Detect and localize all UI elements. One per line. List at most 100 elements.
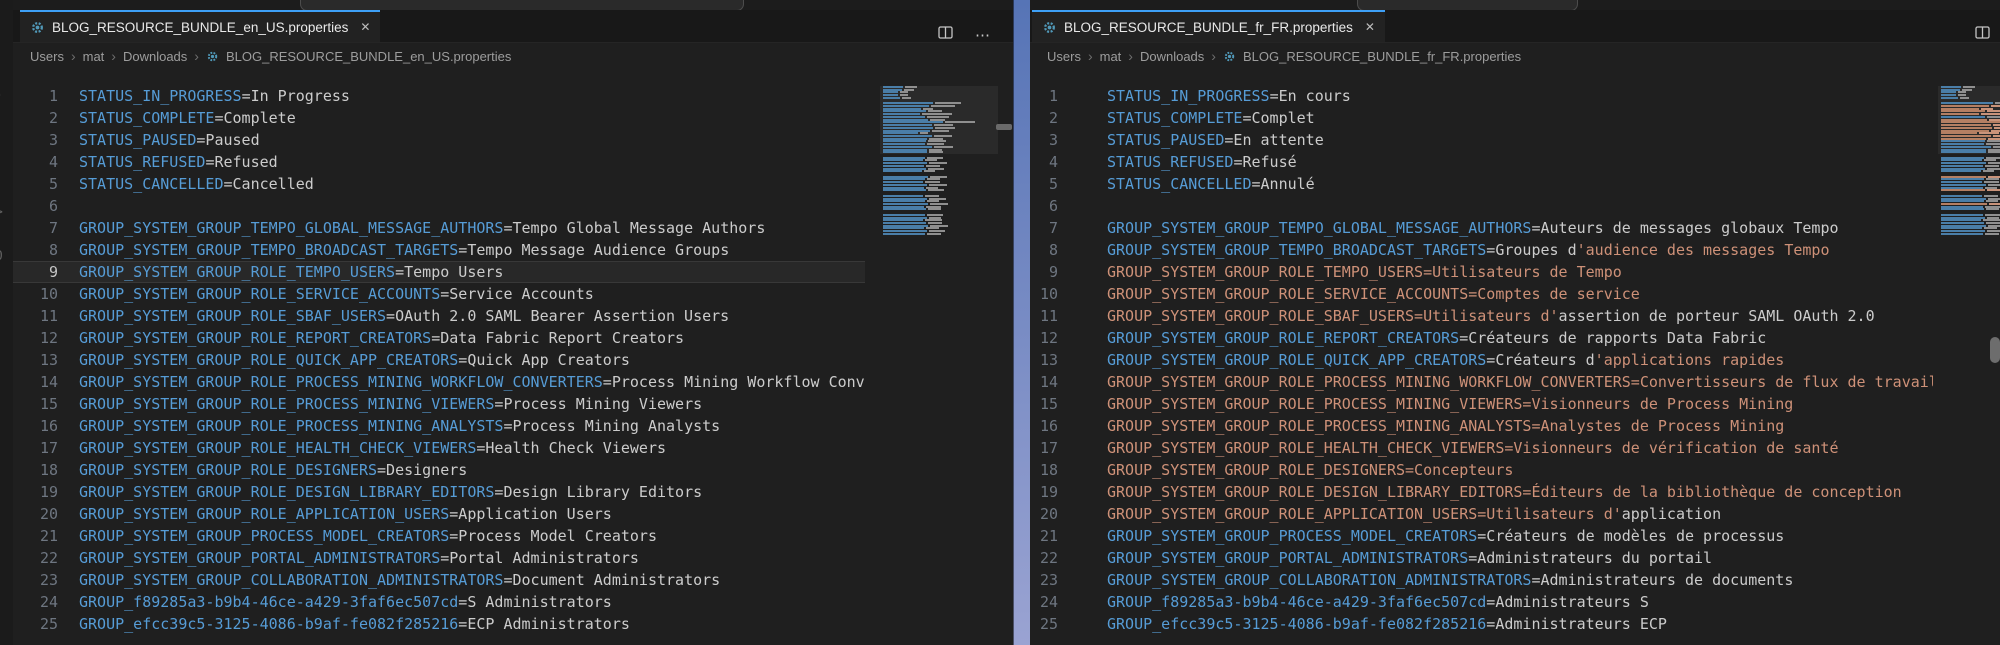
breadcrumb[interactable]: Users › mat › Downloads › BLOG_RESOURCE_… <box>13 42 1013 70</box>
minimap-line <box>1941 151 2000 154</box>
code-line[interactable]: 18 GROUP_SYSTEM_GROUP_ROLE_DESIGNERS=Desi… <box>13 459 865 481</box>
minimap-line <box>1941 107 1993 110</box>
code-line[interactable]: 21 GROUP_SYSTEM_GROUP_PROCESS_MODEL_CREAT… <box>1030 525 1933 547</box>
editor-fr-fr[interactable]: 1 STATUS_IN_PROGRESS=En cours 2 STATUS_COMP… <box>1030 70 2000 645</box>
code-line[interactable]: 21 GROUP_SYSTEM_GROUP_PROCESS_MODEL_CREAT… <box>13 525 865 547</box>
breadcrumb-item[interactable]: Users <box>1047 49 1081 64</box>
code-line[interactable]: 13 GROUP_SYSTEM_GROUP_ROLE_QUICK_APP_CREA… <box>13 349 865 371</box>
code-line[interactable]: 9 GROUP_SYSTEM_GROUP_ROLE_TEMPO_USERS=Uti… <box>1030 261 1933 283</box>
code-line[interactable]: 6 <box>1030 195 1933 217</box>
code-line[interactable]: 8 GROUP_SYSTEM_GROUP_TEMPO_BROADCAST_TARG… <box>13 239 865 261</box>
code-line[interactable]: 12 GROUP_SYSTEM_GROUP_ROLE_REPORT_CREATOR… <box>13 327 865 349</box>
code-line[interactable]: 22 GROUP_SYSTEM_GROUP_PORTAL_ADMINISTRATO… <box>13 547 865 569</box>
code-line[interactable]: 4 STATUS_REFUSED=Refusé <box>1030 151 1933 173</box>
code-line[interactable]: 15 GROUP_SYSTEM_GROUP_ROLE_PROCESS_MINING… <box>13 393 865 415</box>
line-number: 23 <box>39 571 58 589</box>
breadcrumb-item[interactable]: Downloads <box>1140 49 1204 64</box>
code-line[interactable]: 15 GROUP_SYSTEM_GROUP_ROLE_PROCESS_MINING… <box>1030 393 1933 415</box>
code-line[interactable]: 10 GROUP_SYSTEM_GROUP_ROLE_SERVICE_ACCOUN… <box>1030 283 1933 305</box>
scrollbar-thumb[interactable] <box>996 124 1012 130</box>
code-area[interactable]: 1 STATUS_IN_PROGRESS=En cours 2 STATUS_COMP… <box>1030 85 1933 645</box>
code-line[interactable]: 3 STATUS_PAUSED=Paused <box>13 129 865 151</box>
breadcrumb-file[interactable]: BLOG_RESOURCE_BUNDLE_fr_FR.properties <box>1243 49 1521 64</box>
close-tab-icon[interactable]: ✕ <box>1365 20 1375 34</box>
code-line[interactable]: 3 STATUS_PAUSED=En attente <box>1030 129 1933 151</box>
code-line[interactable]: 4 STATUS_REFUSED=Refused <box>13 151 865 173</box>
line-number: 10 <box>1039 285 1058 303</box>
minimap-line <box>1941 219 2000 222</box>
breadcrumb-item[interactable]: mat <box>1100 49 1122 64</box>
code-line[interactable]: 8 GROUP_SYSTEM_GROUP_TEMPO_BROADCAST_TARG… <box>1030 239 1933 261</box>
code-line[interactable]: 16 GROUP_SYSTEM_GROUP_ROLE_PROCESS_MINING… <box>13 415 865 437</box>
code-line[interactable]: 1 STATUS_IN_PROGRESS=En cours <box>1030 85 1933 107</box>
code-line[interactable]: 2 STATUS_COMPLETE=Complete <box>13 107 865 129</box>
code-line[interactable]: 19 GROUP_SYSTEM_GROUP_ROLE_DESIGN_LIBRARY… <box>1030 481 1933 503</box>
line-number: 18 <box>39 461 58 479</box>
background-glyph-fragment: 0 <box>0 249 3 264</box>
code-line[interactable]: 12 GROUP_SYSTEM_GROUP_ROLE_REPORT_CREATOR… <box>1030 327 1933 349</box>
code-line[interactable]: 6 <box>13 195 865 217</box>
line-number: 4 <box>1048 153 1058 171</box>
code-line[interactable]: 24 GROUP_f89285a3-b9b4-46ce-a429-3faf6ec5… <box>13 591 865 613</box>
line-number: 5 <box>48 175 58 193</box>
code-line[interactable]: 24 GROUP_f89285a3-b9b4-46ce-a429-3faf6ec5… <box>1030 591 1933 613</box>
line-number: 11 <box>39 307 58 325</box>
minimap-line <box>1941 162 2000 165</box>
line-number: 21 <box>1039 527 1058 545</box>
code-line[interactable]: 18 GROUP_SYSTEM_GROUP_ROLE_DESIGNERS=Conc… <box>1030 459 1933 481</box>
breadcrumb-item[interactable]: Downloads <box>123 49 187 64</box>
code-line[interactable]: 2 STATUS_COMPLETE=Complet <box>1030 107 1933 129</box>
tab-fr-fr-properties[interactable]: BLOG_RESOURCE_BUNDLE_fr_FR.properties ✕ <box>1032 10 1385 42</box>
tab-bar: BLOG_RESOURCE_BUNDLE_fr_FR.properties ✕ <box>1030 10 2000 43</box>
tab-en-us-properties[interactable]: BLOG_RESOURCE_BUNDLE_en_US.properties ✕ <box>20 10 381 42</box>
code-line[interactable]: 20 GROUP_SYSTEM_GROUP_ROLE_APPLICATION_US… <box>1030 503 1933 525</box>
code-line[interactable]: 7 GROUP_SYSTEM_GROUP_TEMPO_GLOBAL_MESSAGE… <box>13 217 865 239</box>
minimap[interactable] <box>880 72 998 645</box>
code-line[interactable]: 22 GROUP_SYSTEM_GROUP_PORTAL_ADMINISTRATO… <box>1030 547 1933 569</box>
minimap-line <box>1941 129 2000 132</box>
minimap-line <box>1941 105 2000 108</box>
minimap-line <box>883 159 937 162</box>
code-line[interactable]: 25 GROUP_efcc39c5-3125-4086-b9af-fe082f28… <box>1030 613 1933 635</box>
code-line[interactable]: 23 GROUP_SYSTEM_GROUP_COLLABORATION_ADMIN… <box>1030 569 1933 591</box>
code-line[interactable]: 9 GROUP_SYSTEM_GROUP_ROLE_TEMPO_USERS=Tem… <box>13 261 865 283</box>
code-line[interactable]: 20 GROUP_SYSTEM_GROUP_ROLE_APPLICATION_US… <box>13 503 865 525</box>
chevron-right-icon: › <box>1128 48 1133 64</box>
breadcrumb[interactable]: Users › mat › Downloads › BLOG_RESOURCE_… <box>1030 42 2000 70</box>
code-line[interactable]: 14 GROUP_SYSTEM_GROUP_ROLE_PROCESS_MINING… <box>1030 371 1933 393</box>
editor-en-us[interactable]: 1 STATUS_IN_PROGRESS=In Progress 2 STATUS_C… <box>13 70 1013 645</box>
code-line[interactable]: 1 STATUS_IN_PROGRESS=In Progress <box>13 85 865 107</box>
minimap-line <box>883 105 955 108</box>
code-line[interactable]: 19 GROUP_SYSTEM_GROUP_ROLE_DESIGN_LIBRARY… <box>13 481 865 503</box>
code-line[interactable]: 23 GROUP_SYSTEM_GROUP_COLLABORATION_ADMIN… <box>13 569 865 591</box>
code-line[interactable]: 25 GROUP_efcc39c5-3125-4086-b9af-fe082f28… <box>13 613 865 635</box>
close-tab-icon[interactable]: ✕ <box>360 20 370 34</box>
code-line[interactable]: 13 GROUP_SYSTEM_GROUP_ROLE_QUICK_APP_CREA… <box>1030 349 1933 371</box>
code-line[interactable]: 5 STATUS_CANCELLED=Annulé <box>1030 173 1933 195</box>
line-number: 20 <box>1039 505 1058 523</box>
code-line[interactable]: 11 GROUP_SYSTEM_GROUP_ROLE_SBAF_USERS=OAu… <box>13 305 865 327</box>
code-area[interactable]: 1 STATUS_IN_PROGRESS=In Progress 2 STATUS_C… <box>13 85 865 645</box>
code-line[interactable]: 14 GROUP_SYSTEM_GROUP_ROLE_PROCESS_MINING… <box>13 371 865 393</box>
code-line[interactable]: 17 GROUP_SYSTEM_GROUP_ROLE_HEALTH_CHECK_V… <box>1030 437 1933 459</box>
breadcrumb-file[interactable]: BLOG_RESOURCE_BUNDLE_en_US.properties <box>226 49 511 64</box>
code-line[interactable]: 11 GROUP_SYSTEM_GROUP_ROLE_SBAF_USERS=Uti… <box>1030 305 1933 327</box>
minimap-line <box>1941 115 2000 118</box>
breadcrumb-item[interactable]: Users <box>30 49 64 64</box>
scrollbar-thumb[interactable] <box>1990 337 2000 363</box>
properties-file-gear-icon <box>1042 20 1057 35</box>
code-line[interactable]: 17 GROUP_SYSTEM_GROUP_ROLE_HEALTH_CHECK_V… <box>13 437 865 459</box>
breadcrumb-item[interactable]: mat <box>83 49 105 64</box>
minimap-line <box>1941 118 2000 121</box>
minimap-line <box>883 145 953 148</box>
minimap-line <box>1941 145 2000 148</box>
code-line[interactable]: 16 GROUP_SYSTEM_GROUP_ROLE_PROCESS_MINING… <box>1030 415 1933 437</box>
minimap-line <box>1941 88 1972 91</box>
minimap-line <box>883 200 939 203</box>
line-number: 9 <box>48 263 58 281</box>
code-line[interactable]: 10 GROUP_SYSTEM_GROUP_ROLE_SERVICE_ACCOUN… <box>13 283 865 305</box>
code-line[interactable]: 5 STATUS_CANCELLED=Cancelled <box>13 173 865 195</box>
line-number: 22 <box>1039 549 1058 567</box>
code-line[interactable]: 7 GROUP_SYSTEM_GROUP_TEMPO_GLOBAL_MESSAGE… <box>1030 217 1933 239</box>
minimap-line <box>1941 175 2000 178</box>
